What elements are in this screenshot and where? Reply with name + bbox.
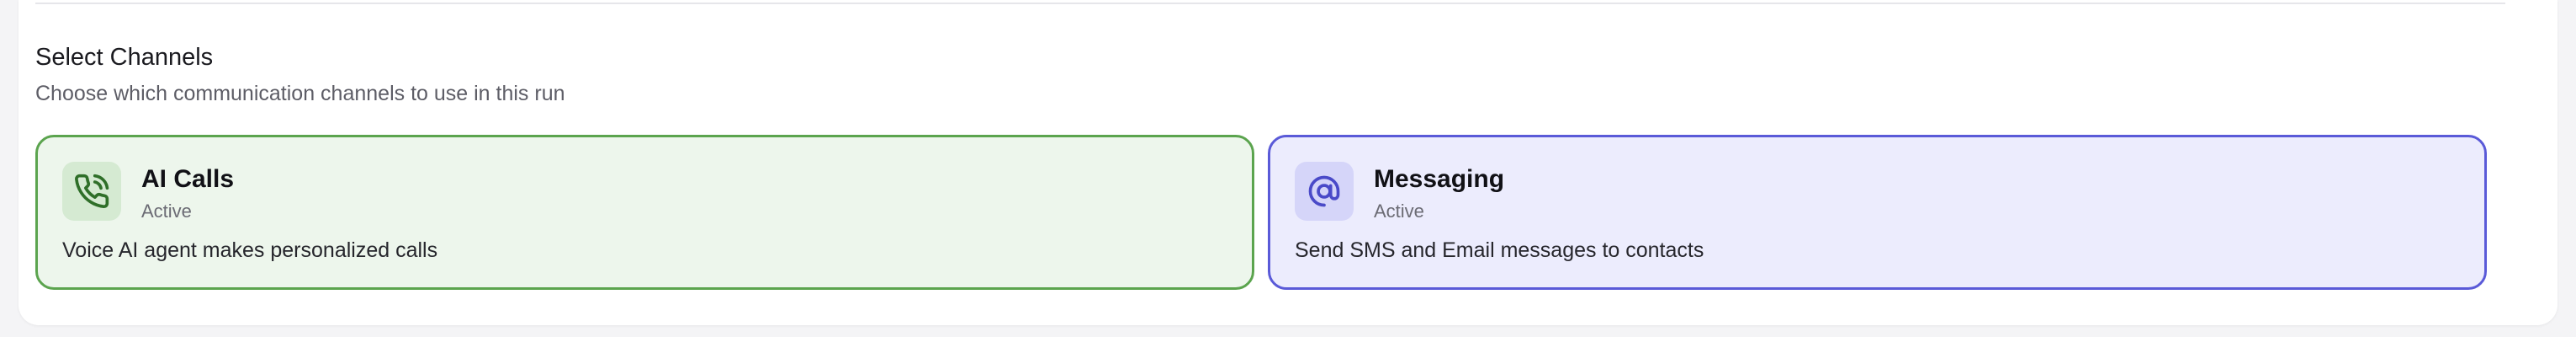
channel-card-ai-calls[interactable]: AI Calls Active Voice AI agent makes per… [35,135,1254,290]
channel-description: Send SMS and Email messages to contacts [1295,238,1704,262]
section-subtitle: Choose which communication channels to u… [35,82,565,105]
phone-call-icon [62,162,121,221]
channel-title: Messaging [1374,165,1505,193]
channel-title: AI Calls [141,165,235,193]
section-divider [35,3,2505,4]
channel-options: AI Calls Active Voice AI agent makes per… [35,135,2505,290]
at-message-icon [1295,162,1354,221]
channel-status: Active [141,201,192,222]
section-title: Select Channels [35,44,214,71]
channel-description: Voice AI agent makes personalized calls [62,238,438,262]
channel-status: Active [1374,201,1424,222]
channel-card-messaging[interactable]: Messaging Active Send SMS and Email mess… [1268,135,2487,290]
